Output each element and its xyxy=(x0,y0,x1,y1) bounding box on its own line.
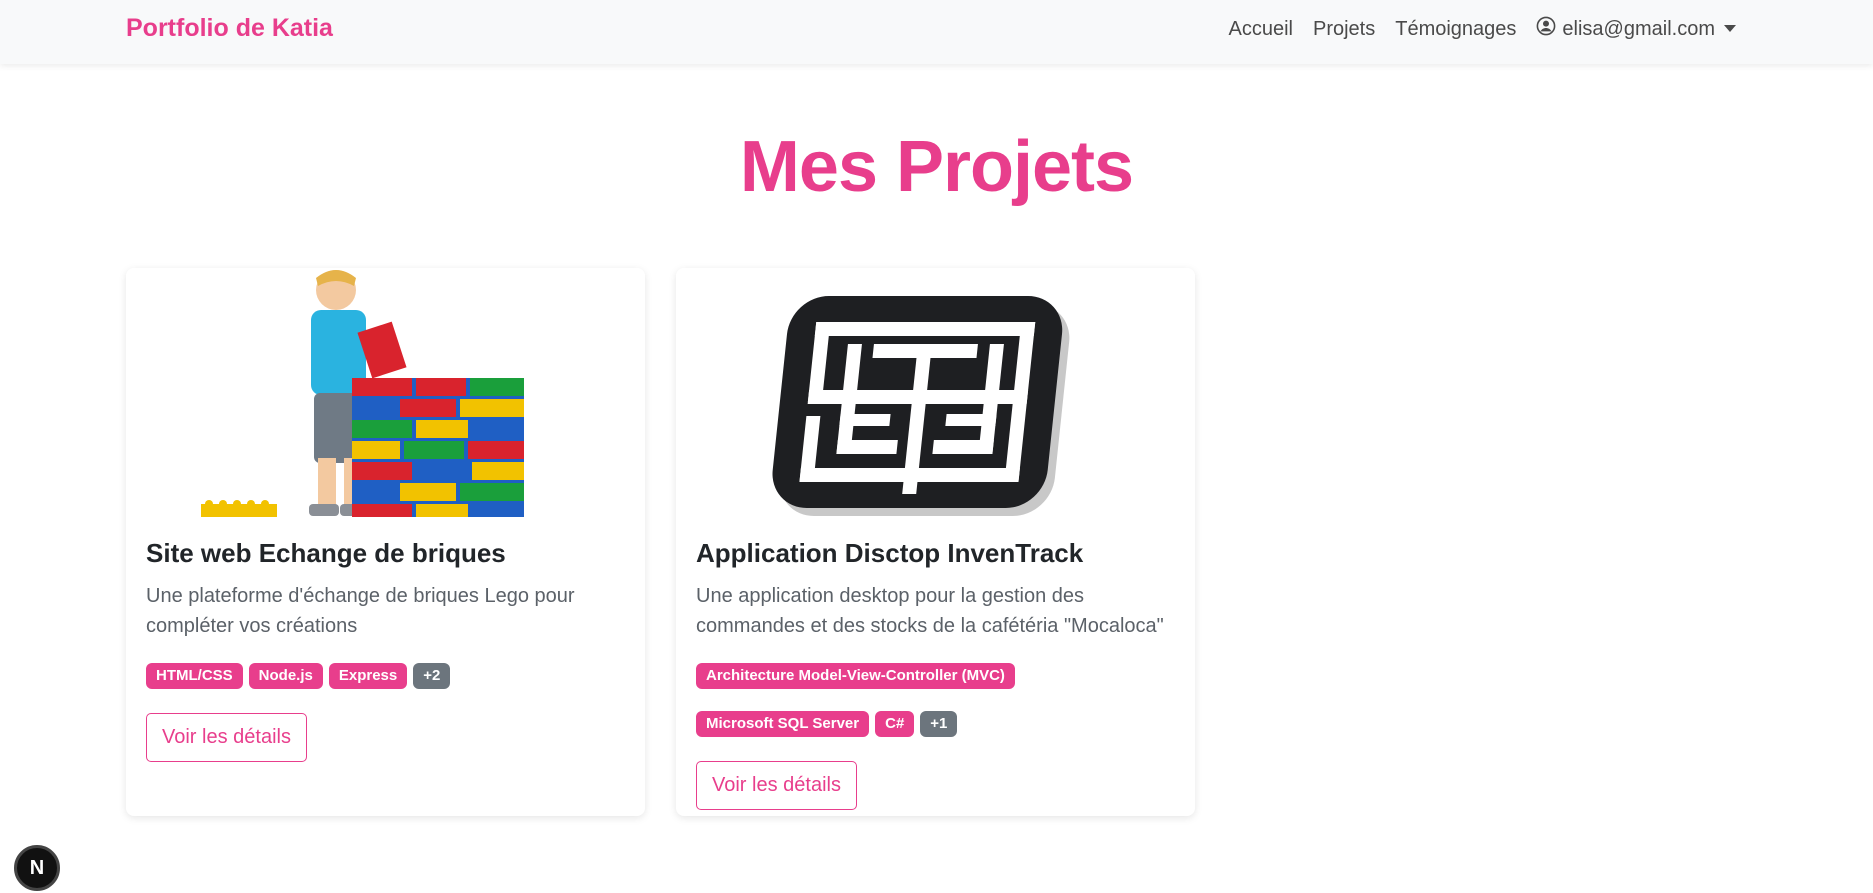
view-details-button[interactable]: Voir les détails xyxy=(696,761,857,811)
navbar: Portfolio de Katia Accueil Projets Témoi… xyxy=(0,0,1873,64)
nav-link-projets[interactable]: Projets xyxy=(1303,18,1385,41)
project-description: Une plateforme d'échange de briques Lego… xyxy=(146,585,575,638)
more-tags-badge: +2 xyxy=(413,663,451,690)
card-body: Site web Echange de briques Une platefor… xyxy=(146,538,626,763)
project-title: Site web Echange de briques xyxy=(146,538,506,568)
user-circle-icon xyxy=(1536,16,1556,42)
tag-list: HTML/CSS Node.js Express +2 xyxy=(146,663,626,690)
more-tags-badge: +1 xyxy=(920,711,958,738)
project-image-lego xyxy=(126,268,645,517)
tag-badge: C# xyxy=(875,711,915,738)
tag-badge: Express xyxy=(328,663,408,690)
tag-badge: Microsoft SQL Server xyxy=(696,711,870,738)
user-email: elisa@gmail.com xyxy=(1562,17,1715,40)
project-image-inventrack-logo xyxy=(676,268,1195,517)
nav-links: Accueil Projets Témoignages elisa@gmail.… xyxy=(1219,0,1736,58)
tag-badge: Node.js xyxy=(248,663,323,690)
card-body: Application Disctop InvenTrack Une appli… xyxy=(696,538,1176,811)
nextjs-dev-indicator[interactable]: N xyxy=(14,845,60,891)
nav-link-temoignages[interactable]: Témoignages xyxy=(1385,18,1526,41)
caret-down-icon xyxy=(1724,24,1736,32)
tag-badge: Architecture Model-View-Controller (MVC) xyxy=(696,663,1015,690)
tag-badge: HTML/CSS xyxy=(146,663,243,690)
nav-link-accueil[interactable]: Accueil xyxy=(1219,18,1303,41)
view-details-button[interactable]: Voir les détails xyxy=(146,713,307,763)
page-title: Mes Projets xyxy=(739,127,1134,207)
project-description: Une application desktop pour la gestion … xyxy=(696,585,1164,638)
project-title: Application Disctop InvenTrack xyxy=(696,538,1084,568)
tag-list: Architecture Model-View-Controller (MVC)… xyxy=(696,663,1176,738)
project-card: Site web Echange de briques Une platefor… xyxy=(126,268,645,816)
project-card: Application Disctop InvenTrack Une appli… xyxy=(676,268,1195,816)
user-dropdown[interactable]: elisa@gmail.com xyxy=(1526,16,1736,42)
brand-link[interactable]: Portfolio de Katia xyxy=(126,14,333,43)
